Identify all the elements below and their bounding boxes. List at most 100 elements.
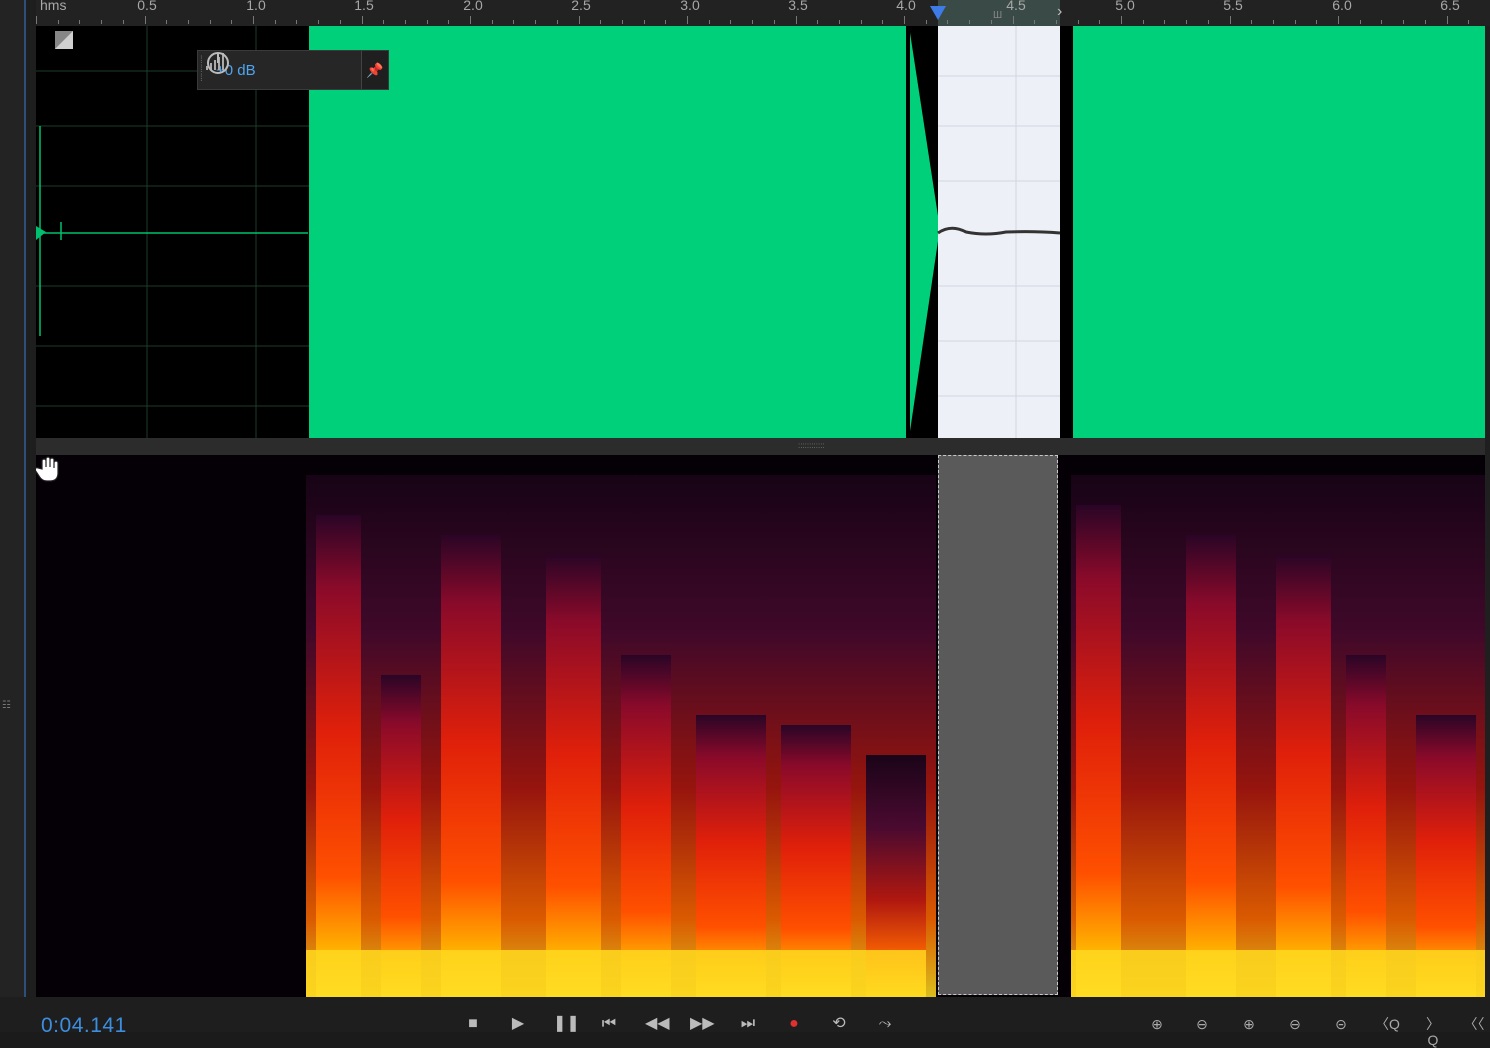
zoom-in-amplitude-icon[interactable]: ⊕ (1145, 1016, 1169, 1032)
zoom-out-full-icon[interactable]: ⊝ (1329, 1016, 1353, 1032)
ruler-tick-label: 5.0 (1115, 0, 1134, 13)
ruler-tick (622, 20, 623, 24)
ruler-tick (730, 20, 731, 24)
ruler-tick (427, 20, 428, 24)
ruler-tick-label: 6.5 (1440, 0, 1459, 13)
ruler-tick (253, 16, 254, 24)
ruler-tick (904, 16, 905, 24)
ruler-tick (1381, 20, 1382, 24)
zoom-out-time-icon[interactable]: ⊖ (1283, 1016, 1307, 1032)
pause-icon[interactable]: ❚❚ (553, 1016, 575, 1032)
ruler-tick (101, 20, 102, 24)
ruler-tick (275, 20, 276, 24)
zoom-in-point-icon[interactable]: 〈Q (1375, 1016, 1399, 1032)
ruler-tick-label: 1.5 (354, 0, 373, 13)
ruler-tick (1208, 20, 1209, 24)
gain-knob-icon[interactable] (206, 51, 230, 75)
selection-center-marker[interactable]: Ш (993, 10, 1003, 20)
ruler-tick (210, 20, 211, 24)
zoom-selection-icon[interactable]: 〉Q (1421, 1016, 1445, 1032)
ruler-tick-label: 2.5 (571, 0, 590, 13)
loop-icon[interactable]: ⟲ (828, 1016, 850, 1032)
ruler-tick (362, 16, 363, 24)
ruler-tick (145, 16, 146, 24)
ruler-tick (535, 20, 536, 24)
skip-back-icon[interactable]: ⏮ (598, 1016, 620, 1032)
ruler-tick (1251, 20, 1252, 24)
ruler-tick-label: 0.5 (137, 0, 156, 13)
ruler-tick (1034, 20, 1035, 24)
timeline-ruler[interactable]: hms 0.5 1.0 1.5 2.0 2.5 3.0 3.5 4.0 4.5 … (36, 0, 1490, 26)
pin-icon[interactable]: 📌 (361, 51, 388, 89)
ruler-tick (774, 20, 775, 24)
stop-icon[interactable]: ■ (462, 1016, 484, 1032)
track-gutter (26, 0, 36, 1032)
ruler-tick (926, 20, 927, 24)
ruler-tick (492, 20, 493, 24)
ruler-tick (1338, 16, 1339, 24)
gain-hud[interactable]: ⁞⁞⁞ +0 dB 📌 (197, 50, 389, 90)
right-scroll-edge[interactable] (1485, 26, 1490, 997)
ruler-tick (969, 20, 970, 24)
panel-splitter[interactable]: :::::::::::: (36, 438, 1485, 455)
ruler-tick (839, 20, 840, 24)
left-panel-edge (0, 0, 24, 1032)
ruler-tick-label: 3.0 (680, 0, 699, 13)
ruler-tick (579, 16, 580, 24)
transport-bar: 0:04.141 ■ ▶ ❚❚ ⏮ ◀◀ ▶▶ ⏭ ● ⟲ ⤳ ⊕ ⊖ ⊕ ⊖ … (0, 997, 1490, 1032)
panel-grip-icon[interactable]: ☷ (2, 700, 12, 716)
time-display[interactable]: 0:04.141 (41, 1014, 127, 1038)
ruler-tick (36, 16, 37, 24)
zoom-out-amplitude-icon[interactable]: ⊖ (1190, 1016, 1214, 1032)
spectral-selection[interactable] (938, 455, 1058, 995)
ruler-tick (665, 20, 666, 24)
ruler-tick (1230, 16, 1231, 24)
ruler-tick (1403, 20, 1404, 24)
ruler-tick-label: 3.5 (788, 0, 807, 13)
ruler-tick-label: 4.0 (896, 0, 915, 13)
skip-selection-icon[interactable]: ⤳ (874, 1016, 896, 1032)
spectral-display[interactable] (36, 455, 1485, 997)
ruler-tick (644, 20, 645, 24)
ruler-tick (448, 20, 449, 24)
ruler-tick-label: 6.0 (1332, 0, 1351, 13)
ruler-tick (1468, 20, 1469, 24)
ruler-tick (752, 20, 753, 24)
ruler-tick (188, 20, 189, 24)
waveform-panel[interactable]: ⁞⁞⁞ +0 dB 📌 (36, 26, 1485, 438)
ruler-tick-label: 4.5 (1006, 0, 1025, 13)
ruler-tick (882, 20, 883, 24)
view-toggle-icon[interactable] (55, 31, 73, 49)
play-icon[interactable]: ▶ (507, 1016, 529, 1032)
record-icon[interactable]: ● (783, 1016, 805, 1032)
zoom-in-time-icon[interactable]: ⊕ (1237, 1016, 1261, 1032)
ruler-tick (1360, 20, 1361, 24)
ruler-tick (231, 20, 232, 24)
ruler-tick (1186, 20, 1187, 24)
ruler-tick (1447, 16, 1448, 24)
rewind-icon[interactable]: ◀◀ (645, 1016, 667, 1032)
skip-forward-icon[interactable]: ⏭ (737, 1016, 759, 1032)
ruler-tick (557, 20, 558, 24)
ruler-tick (709, 20, 710, 24)
ruler-tick (861, 20, 862, 24)
ruler-tick (991, 20, 992, 24)
ruler-tick (405, 20, 406, 24)
ruler-tick-label: 5.5 (1223, 0, 1242, 13)
ruler-tick (817, 20, 818, 24)
ruler-tick (166, 20, 167, 24)
ruler-tick (513, 20, 514, 24)
fast-forward-icon[interactable]: ▶▶ (690, 1016, 712, 1032)
splitter-grip-icon[interactable]: :::::::::::: (798, 444, 834, 448)
playhead-marker[interactable] (930, 6, 946, 20)
ruler-tick (1121, 16, 1122, 24)
ruler-tick (470, 16, 471, 24)
selection-end-marker[interactable]: › (1057, 2, 1065, 22)
zoom-fit-icon[interactable]: 〈〈 (1462, 1016, 1486, 1032)
ruler-tick (947, 20, 948, 24)
ruler-tick (58, 20, 59, 24)
ruler-tick (1425, 20, 1426, 24)
ruler-tick (296, 20, 297, 24)
ruler-tick (796, 16, 797, 24)
ruler-tick-label: 2.0 (463, 0, 482, 13)
